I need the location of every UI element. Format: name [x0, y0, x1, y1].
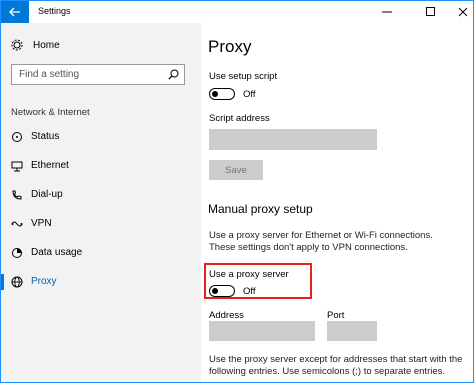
sidebar-item-label: Ethernet	[31, 160, 69, 171]
use-proxy-label: Use a proxy server	[209, 269, 289, 280]
home-link[interactable]: Home	[11, 39, 60, 51]
back-arrow-icon	[9, 7, 20, 17]
globe-icon	[11, 276, 23, 288]
setup-script-state: Off	[243, 89, 256, 100]
vpn-icon	[11, 221, 23, 227]
sidebar-item-ethernet[interactable]: Ethernet	[1, 153, 201, 179]
search-icon[interactable]	[168, 69, 179, 80]
home-gear-icon	[11, 39, 23, 51]
manual-proxy-title: Manual proxy setup	[208, 202, 313, 216]
port-label: Port	[327, 310, 345, 321]
close-icon	[458, 7, 468, 17]
address-field[interactable]	[209, 321, 315, 341]
sidebar-item-label: VPN	[31, 218, 52, 229]
home-label: Home	[33, 39, 60, 51]
settings-window: Settings Home Find a setting Network & I	[0, 0, 474, 383]
use-proxy-state: Off	[243, 286, 256, 297]
status-icon	[12, 132, 22, 142]
ethernet-icon	[11, 161, 23, 172]
search-input[interactable]: Find a setting	[11, 64, 185, 85]
sidebar-item-status[interactable]: Status	[1, 124, 201, 150]
port-field[interactable]	[327, 321, 377, 341]
toggle-knob	[212, 90, 218, 97]
script-address-label: Script address	[209, 113, 270, 124]
sidebar: Home Find a setting Network & Internet S…	[1, 23, 201, 382]
back-button[interactable]	[1, 1, 29, 23]
page-title: Proxy	[208, 37, 252, 56]
sidebar-item-data-usage[interactable]: Data usage	[1, 240, 201, 266]
maximize-button[interactable]	[415, 1, 447, 23]
search-placeholder: Find a setting	[19, 69, 80, 80]
close-button[interactable]	[447, 1, 473, 23]
title-bar: Settings	[1, 1, 473, 23]
setup-script-toggle[interactable]	[209, 88, 235, 100]
toggle-knob	[212, 287, 218, 294]
setup-script-label: Use setup script	[209, 71, 278, 82]
sidebar-item-label: Status	[31, 131, 60, 142]
manual-proxy-description: Use a proxy server for Ethernet or Wi-Fi…	[209, 230, 433, 253]
address-label: Address	[209, 310, 244, 321]
use-proxy-toggle[interactable]	[209, 285, 235, 297]
sidebar-item-label: Proxy	[31, 276, 57, 287]
sidebar-item-proxy[interactable]: Proxy	[1, 269, 201, 295]
sidebar-item-label: Data usage	[31, 247, 83, 258]
minimize-icon	[382, 11, 392, 13]
maximize-icon	[426, 7, 435, 16]
sidebar-item-dial-up[interactable]: Dial-up	[1, 182, 201, 208]
minimize-button[interactable]	[371, 1, 403, 23]
sidebar-item-label: Dial-up	[31, 189, 63, 200]
script-address-field[interactable]	[209, 129, 377, 150]
exceptions-description: Use the proxy server except for addresse…	[209, 354, 463, 377]
proxy-settings-panel: Proxy Use setup script Off Script addres…	[201, 23, 473, 382]
dial-up-icon	[12, 190, 22, 200]
save-button[interactable]: Save	[209, 160, 263, 180]
sidebar-item-vpn[interactable]: VPN	[1, 211, 201, 237]
window-title: Settings	[38, 6, 71, 16]
data-usage-icon	[12, 248, 22, 258]
section-label: Network & Internet	[11, 107, 90, 118]
